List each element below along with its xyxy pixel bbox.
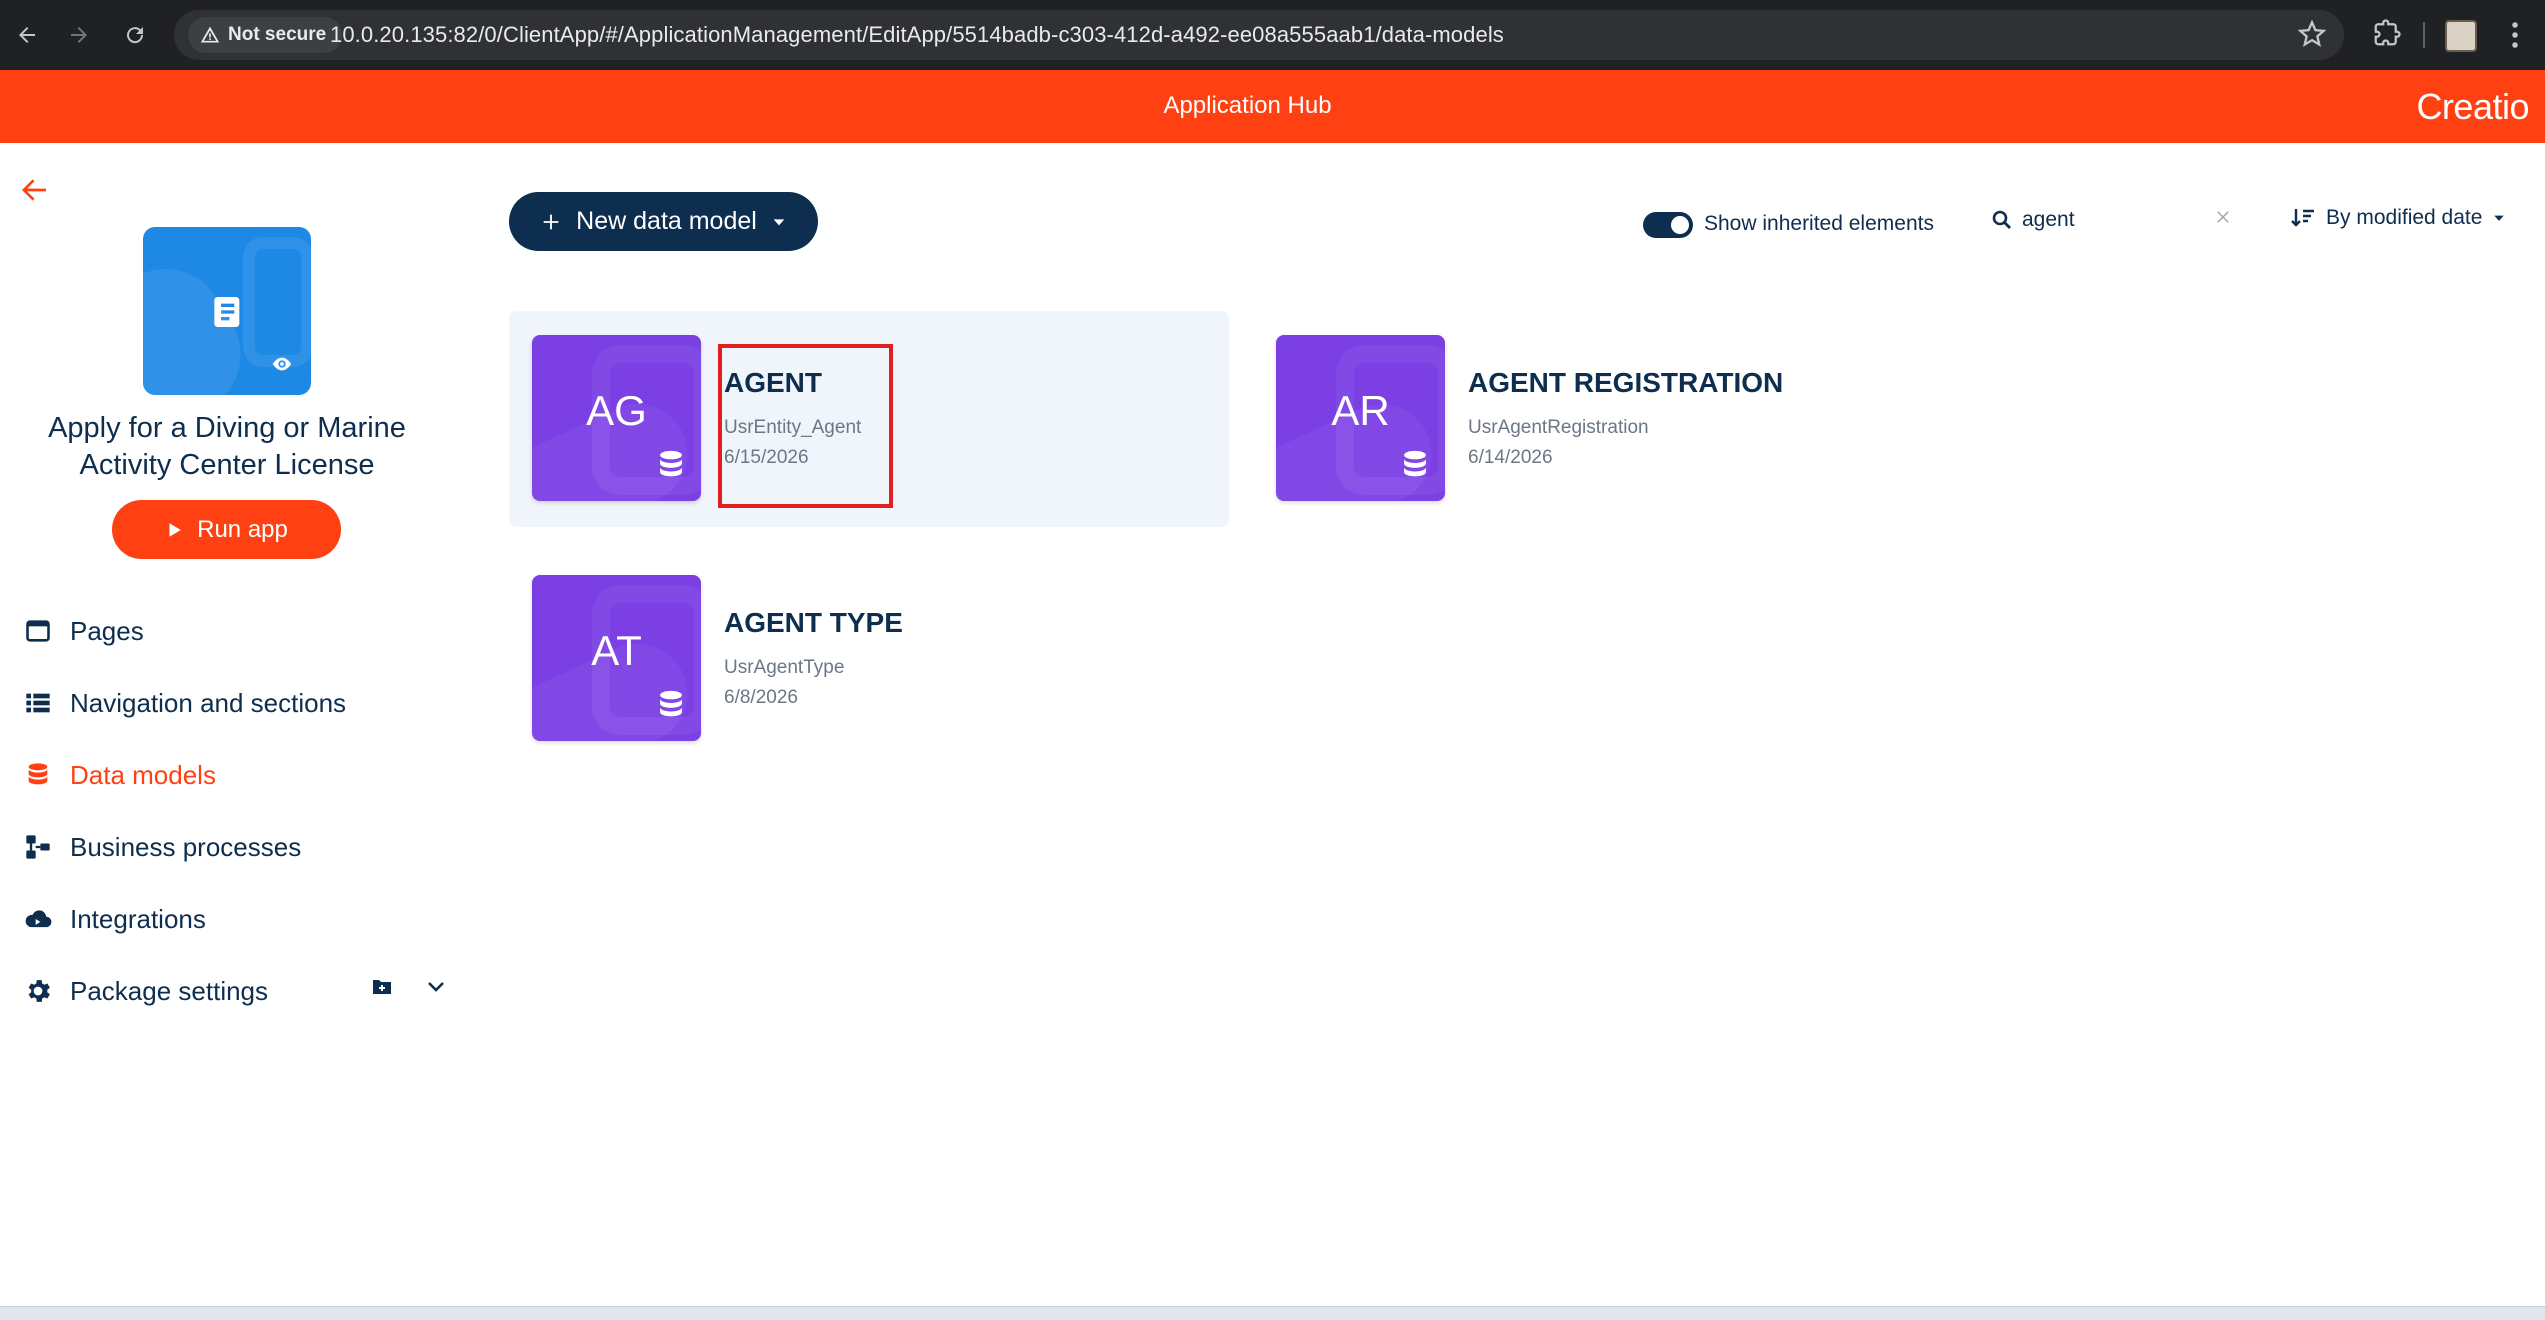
sidebar-item-label: Navigation and sections bbox=[70, 687, 347, 718]
forward-nav-icon[interactable] bbox=[62, 18, 96, 52]
sidebar-item-integrations[interactable]: Integrations bbox=[22, 897, 206, 941]
card-date: 6/8/2026 bbox=[724, 687, 798, 708]
bookmark-star-icon[interactable] bbox=[2297, 19, 2327, 53]
run-app-label: Run app bbox=[197, 515, 288, 543]
toggle-knob bbox=[1671, 216, 1689, 234]
caret-down-icon bbox=[773, 218, 785, 225]
toolbar-divider bbox=[2423, 22, 2425, 48]
process-icon bbox=[22, 831, 54, 863]
brand-logo[interactable]: Creatio bbox=[2416, 86, 2529, 128]
warning-icon bbox=[200, 26, 220, 43]
sidebar-item-navigation[interactable]: Navigation and sections bbox=[22, 681, 346, 725]
card-title[interactable]: AGENT REGISTRATION bbox=[1468, 367, 1783, 399]
sidebar-item-label: Business processes bbox=[70, 831, 302, 862]
data-model-tile[interactable]: AR bbox=[1276, 335, 1445, 501]
app-name: Apply for a Diving or Marine Activity Ce… bbox=[48, 412, 406, 481]
sidebar-item-label: Data models bbox=[70, 759, 216, 790]
search-input[interactable] bbox=[2022, 205, 2192, 235]
profile-avatar[interactable] bbox=[2445, 20, 2477, 52]
card-initials: AG bbox=[586, 387, 647, 434]
security-chip[interactable]: Not secure bbox=[188, 17, 343, 53]
sidebar-item-label: Pages bbox=[70, 615, 144, 646]
data-model-tile[interactable]: AG bbox=[532, 335, 701, 501]
clear-search-icon[interactable] bbox=[2214, 208, 2232, 231]
taskbar-strip bbox=[0, 1306, 2545, 1320]
card-code: UsrAgentType bbox=[724, 657, 845, 678]
data-model-card-agent-registration[interactable]: AR AGENT REGISTRATION UsrAgentRegistrati… bbox=[1253, 311, 1973, 527]
sidebar-item-label: Package settings bbox=[70, 975, 269, 1006]
sidebar-item-label: Integrations bbox=[70, 903, 206, 934]
data-model-tile[interactable]: AT bbox=[532, 575, 701, 741]
window-icon bbox=[22, 615, 54, 647]
folder-add-icon[interactable] bbox=[370, 975, 394, 1004]
database-icon bbox=[656, 689, 686, 728]
search-icon bbox=[1990, 208, 2014, 237]
card-initials: AR bbox=[1331, 387, 1390, 434]
sort-label: By modified date bbox=[2326, 206, 2483, 229]
card-title[interactable]: AGENT TYPE bbox=[724, 607, 903, 639]
play-icon bbox=[169, 522, 181, 537]
run-app-button[interactable]: Run app bbox=[112, 500, 341, 559]
database-icon bbox=[1400, 449, 1430, 488]
sidebar-item-data-models[interactable]: Data models bbox=[22, 753, 216, 797]
back-nav-icon[interactable] bbox=[10, 18, 44, 52]
preview-eye-icon[interactable] bbox=[271, 353, 293, 380]
back-arrow-icon[interactable] bbox=[18, 174, 50, 211]
plus-icon bbox=[543, 214, 559, 229]
caret-down-icon bbox=[2494, 215, 2505, 221]
sidebar-item-pages[interactable]: Pages bbox=[22, 609, 144, 653]
app-icon-decoration bbox=[243, 237, 311, 367]
sort-icon bbox=[2291, 209, 2314, 227]
card-date: 6/14/2026 bbox=[1468, 447, 1553, 468]
document-icon bbox=[206, 292, 246, 337]
chevron-down-icon[interactable] bbox=[424, 975, 448, 1004]
gear-icon bbox=[22, 975, 54, 1007]
reload-icon[interactable] bbox=[118, 18, 152, 52]
browser-menu-icon[interactable] bbox=[2510, 20, 2520, 55]
address-bar[interactable]: Not secure 10.0.20.135:82/0/ClientApp/#/… bbox=[174, 10, 2344, 60]
sidebar-item-business-processes[interactable]: Business processes bbox=[22, 825, 301, 869]
security-label: Not secure bbox=[228, 24, 327, 45]
page-title: Application Hub bbox=[1163, 92, 1332, 119]
sort-dropdown[interactable]: By modified date bbox=[2290, 206, 2506, 230]
show-inherited-label: Show inherited elements bbox=[1704, 212, 1934, 235]
cloud-icon bbox=[22, 903, 54, 935]
new-data-model-label: New data model bbox=[576, 207, 757, 235]
show-inherited-toggle[interactable] bbox=[1643, 212, 1693, 238]
card-code: UsrAgentRegistration bbox=[1468, 417, 1649, 438]
database-icon bbox=[656, 449, 686, 488]
app-icon[interactable] bbox=[143, 227, 311, 395]
browser-toolbar: Not secure 10.0.20.135:82/0/ClientApp/#/… bbox=[0, 0, 2545, 70]
app-header: Application Hub Creatio bbox=[0, 70, 2545, 143]
database-icon bbox=[22, 759, 54, 791]
list-icon bbox=[22, 687, 54, 719]
data-model-card-agent-type[interactable]: AT AGENT TYPE UsrAgentType 6/8/2026 bbox=[509, 551, 1229, 767]
sidebar-item-package-settings[interactable]: Package settings bbox=[22, 969, 268, 1013]
url-text: 10.0.20.135:82/0/ClientApp/#/Application… bbox=[330, 22, 1504, 47]
package-settings-actions bbox=[370, 975, 448, 1004]
new-data-model-button[interactable]: New data model bbox=[509, 192, 818, 251]
extensions-icon[interactable] bbox=[2372, 18, 2402, 53]
card-initials: AT bbox=[591, 627, 642, 674]
highlight-box bbox=[718, 344, 893, 508]
